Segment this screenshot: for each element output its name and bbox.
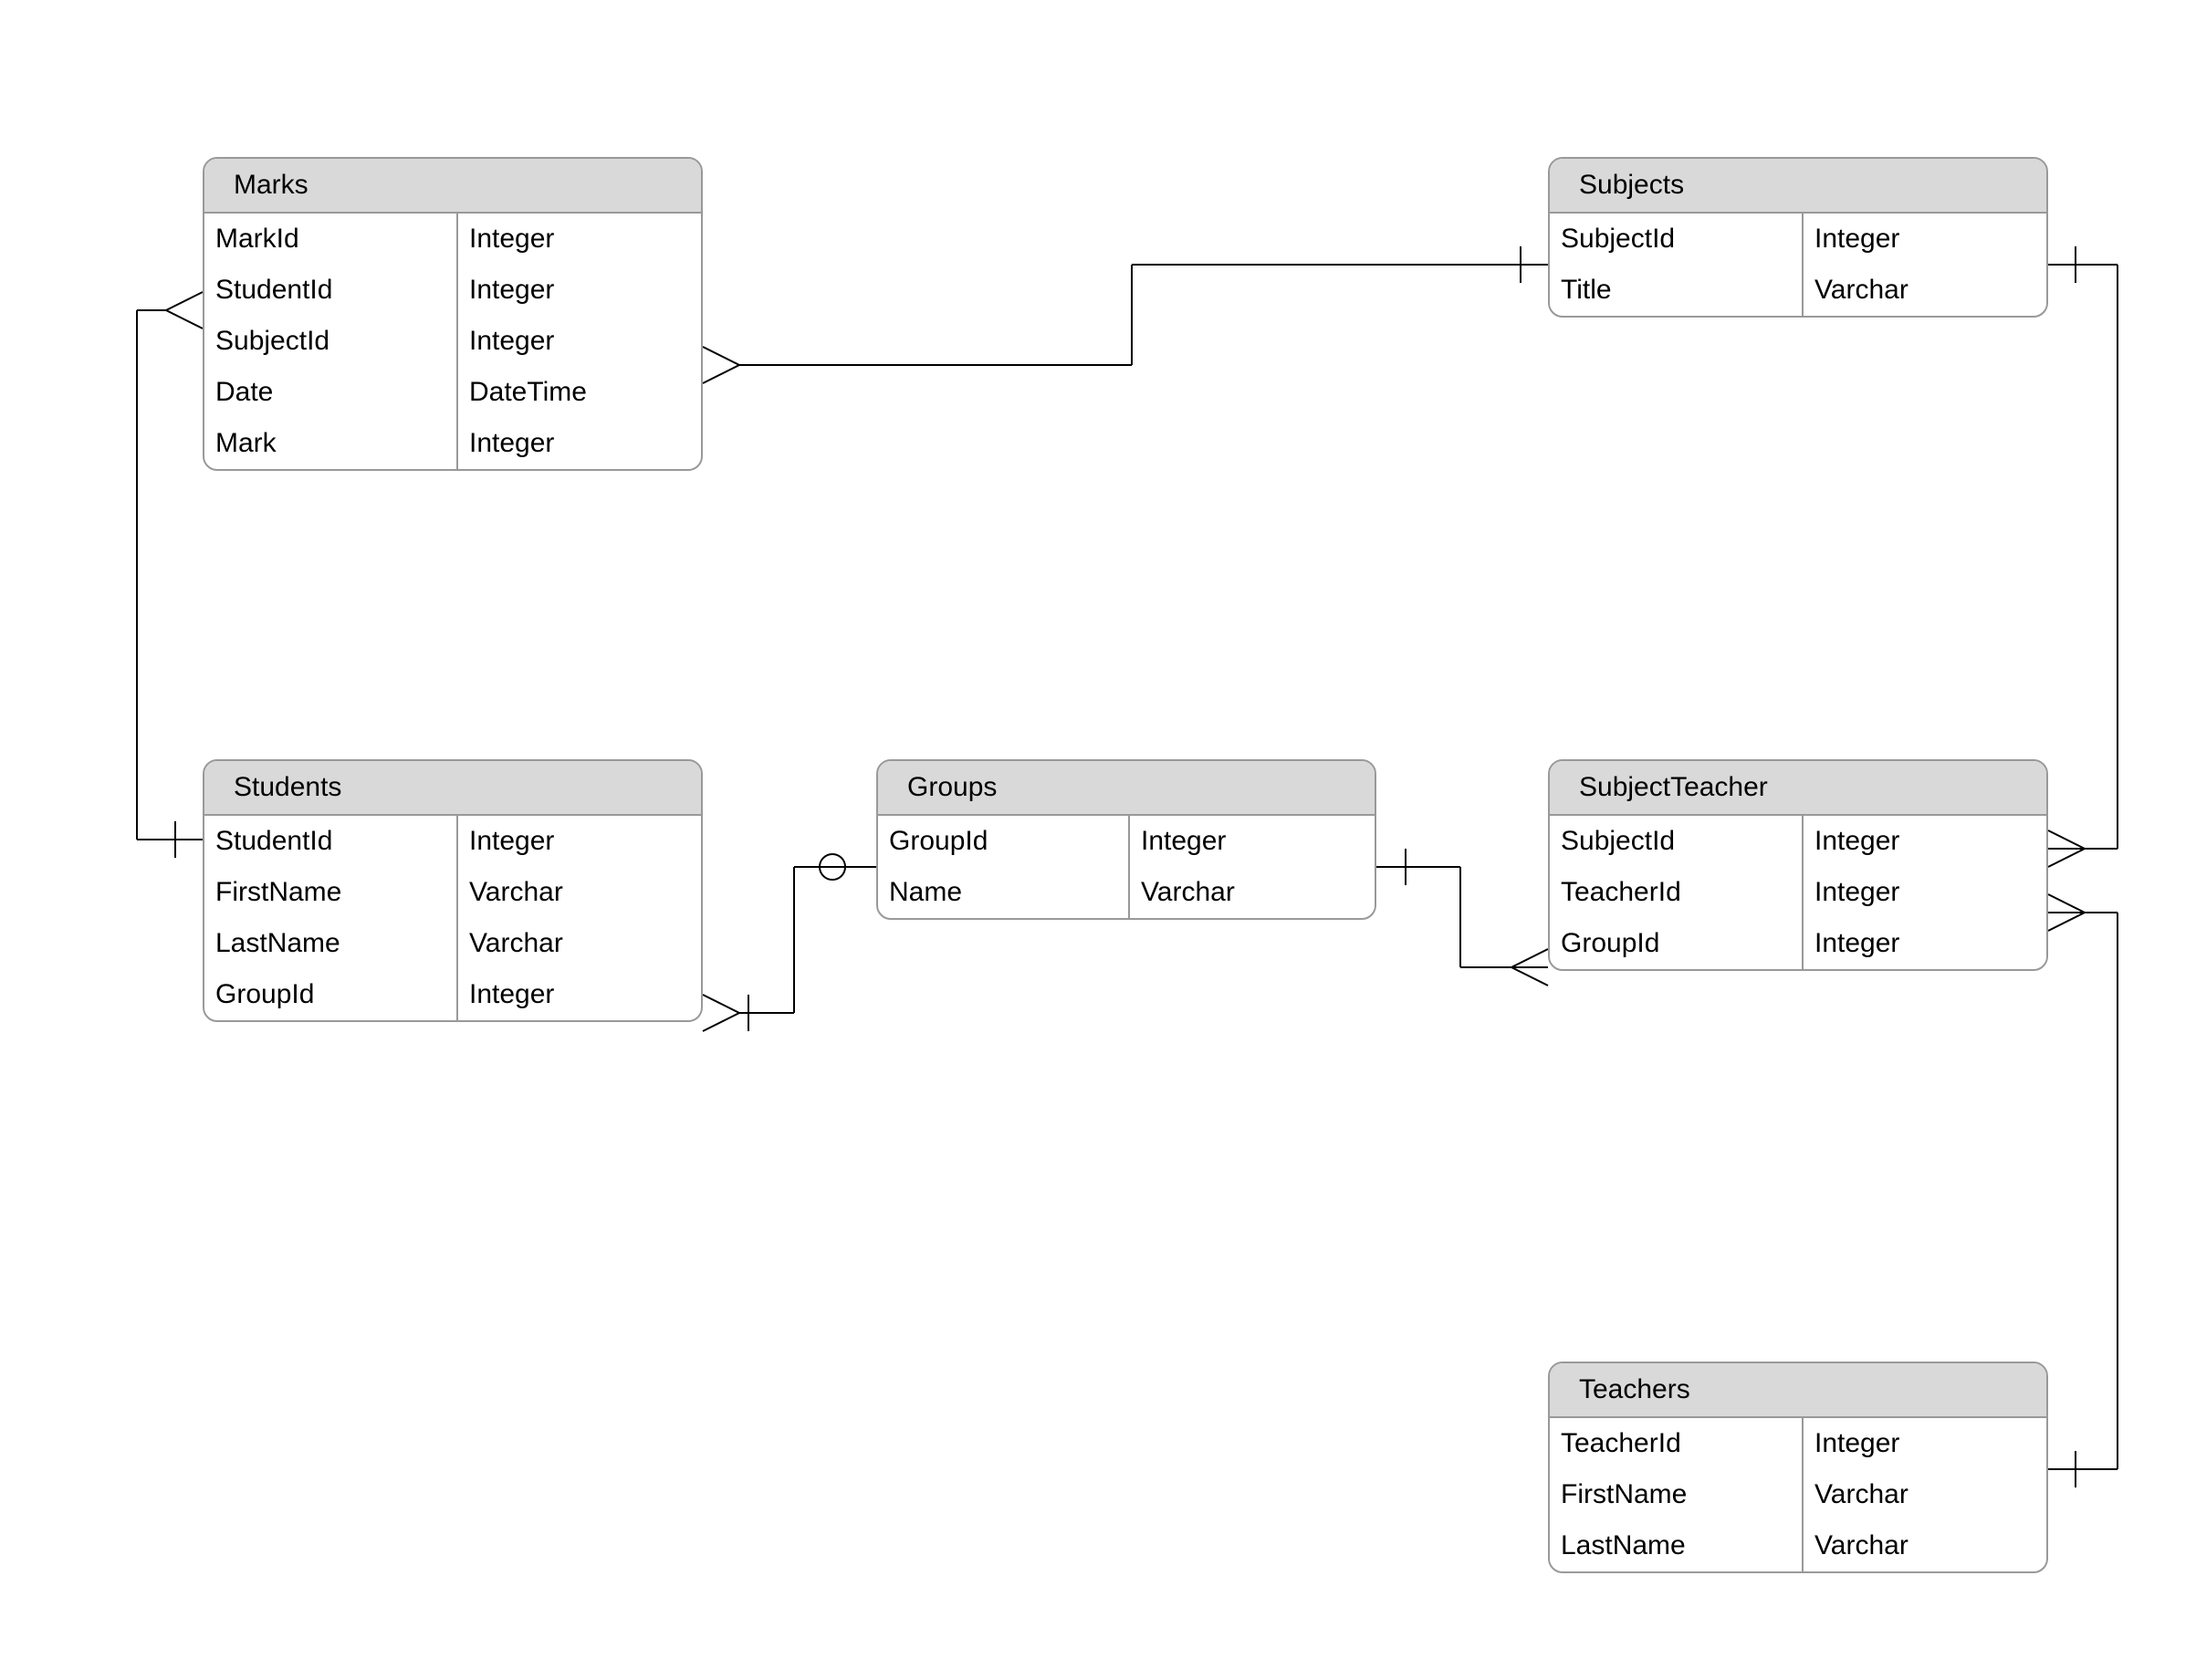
field-name: StudentId	[204, 265, 456, 316]
field-name: StudentId	[204, 816, 456, 867]
entity-fields: StudentId FirstName LastName GroupId	[204, 816, 458, 1020]
entity-teachers: Teachers TeacherId FirstName LastName In…	[1548, 1362, 2048, 1573]
entity-fields: SubjectId Title	[1550, 214, 1804, 316]
field-name: Mark	[204, 418, 456, 469]
field-name: SubjectId	[1550, 214, 1802, 265]
entity-fields: SubjectId TeacherId GroupId	[1550, 816, 1804, 969]
entity-subjects: Subjects SubjectId Title Integer Varchar	[1548, 157, 2048, 318]
field-type: Integer	[458, 214, 701, 265]
entity-types: Integer Varchar Varchar Integer	[458, 816, 701, 1020]
field-type: Integer	[1804, 867, 2046, 918]
field-type: Integer	[1804, 816, 2046, 867]
entity-title: Marks	[204, 159, 701, 214]
field-name: SubjectId	[204, 316, 456, 367]
field-type: Integer	[1804, 1418, 2046, 1469]
field-name: LastName	[204, 918, 456, 969]
entity-types: Integer Varchar Varchar	[1804, 1418, 2046, 1571]
field-type: Integer	[1804, 918, 2046, 969]
field-name: Name	[878, 867, 1128, 918]
field-name: TeacherId	[1550, 867, 1802, 918]
field-name: GroupId	[878, 816, 1128, 867]
field-name: FirstName	[204, 867, 456, 918]
entity-title: SubjectTeacher	[1550, 761, 2046, 816]
field-type: Integer	[458, 969, 701, 1020]
field-name: TeacherId	[1550, 1418, 1802, 1469]
field-type: Integer	[458, 816, 701, 867]
field-name: FirstName	[1550, 1469, 1802, 1520]
entity-students: Students StudentId FirstName LastName Gr…	[203, 759, 703, 1022]
field-type: Integer	[1130, 816, 1375, 867]
field-type: Integer	[458, 418, 701, 469]
entity-title: Teachers	[1550, 1363, 2046, 1418]
entity-types: Integer Varchar	[1804, 214, 2046, 316]
entity-types: Integer Varchar	[1130, 816, 1375, 918]
er-diagram: Marks MarkId StudentId SubjectId Date Ma…	[0, 0, 2196, 1680]
entity-title: Groups	[878, 761, 1375, 816]
entity-types: Integer Integer Integer DateTime Integer	[458, 214, 701, 469]
field-type: Integer	[458, 265, 701, 316]
entity-fields: MarkId StudentId SubjectId Date Mark	[204, 214, 458, 469]
field-type: DateTime	[458, 367, 701, 418]
field-type: Varchar	[458, 867, 701, 918]
field-type: Varchar	[458, 918, 701, 969]
entity-fields: GroupId Name	[878, 816, 1130, 918]
field-name: SubjectId	[1550, 816, 1802, 867]
field-type: Integer	[1804, 214, 2046, 265]
field-name: Title	[1550, 265, 1802, 316]
field-type: Varchar	[1804, 1520, 2046, 1571]
field-type: Varchar	[1130, 867, 1375, 918]
entity-title: Students	[204, 761, 701, 816]
entity-fields: TeacherId FirstName LastName	[1550, 1418, 1804, 1571]
field-type: Integer	[458, 316, 701, 367]
entity-title: Subjects	[1550, 159, 2046, 214]
field-name: GroupId	[1550, 918, 1802, 969]
field-name: MarkId	[204, 214, 456, 265]
field-name: Date	[204, 367, 456, 418]
field-type: Varchar	[1804, 1469, 2046, 1520]
entity-types: Integer Integer Integer	[1804, 816, 2046, 969]
entity-marks: Marks MarkId StudentId SubjectId Date Ma…	[203, 157, 703, 471]
entity-groups: Groups GroupId Name Integer Varchar	[876, 759, 1376, 920]
field-name: LastName	[1550, 1520, 1802, 1571]
field-name: GroupId	[204, 969, 456, 1020]
entity-subjectteacher: SubjectTeacher SubjectId TeacherId Group…	[1548, 759, 2048, 971]
field-type: Varchar	[1804, 265, 2046, 316]
